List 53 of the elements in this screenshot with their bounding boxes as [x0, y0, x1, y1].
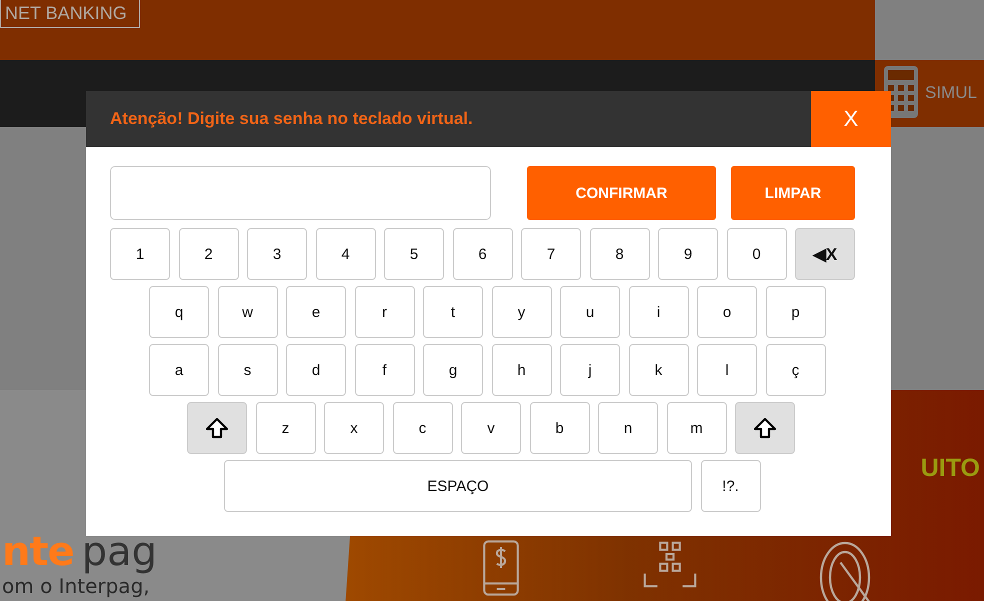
key[interactable]: j [560, 344, 620, 396]
key[interactable]: v [461, 402, 521, 454]
key[interactable]: r [354, 286, 414, 338]
key[interactable]: t [423, 286, 483, 338]
key[interactable]: i [628, 286, 688, 338]
key[interactable]: c [392, 402, 452, 454]
key[interactable]: ç [766, 344, 826, 396]
key[interactable]: m [666, 402, 726, 454]
key[interactable]: s [218, 344, 278, 396]
shift-key[interactable] [187, 402, 247, 454]
key[interactable]: n [598, 402, 658, 454]
tagline: om o Interpag, [2, 574, 150, 598]
key[interactable]: 2 [178, 228, 238, 280]
key[interactable]: 5 [384, 228, 444, 280]
backspace-key[interactable]: ◀X [795, 228, 855, 280]
key[interactable]: x [324, 402, 384, 454]
key[interactable]: 6 [452, 228, 512, 280]
brand-text: pag [82, 530, 158, 574]
key[interactable]: 1 [110, 228, 170, 280]
key[interactable]: 3 [247, 228, 307, 280]
key[interactable]: 4 [316, 228, 376, 280]
key[interactable]: k [628, 344, 688, 396]
phone-dollar-icon [480, 540, 522, 596]
promo-title: UITO [920, 454, 980, 483]
net-banking-link[interactable]: NET BANKING [0, 0, 140, 28]
key[interactable]: 9 [658, 228, 718, 280]
key[interactable]: z [256, 402, 316, 454]
key[interactable]: 0 [726, 228, 786, 280]
dialog-title: Atenção! Digite sua senha no teclado virtual. [109, 109, 474, 129]
key[interactable]: p [766, 286, 826, 338]
key[interactable]: l [697, 344, 757, 396]
key[interactable]: g [423, 344, 483, 396]
key[interactable]: o [697, 286, 757, 338]
key[interactable]: b [530, 402, 590, 454]
key[interactable]: !?. [700, 460, 760, 512]
space-key[interactable]: ESPAÇO [224, 460, 692, 512]
key[interactable]: q [149, 286, 209, 338]
key[interactable]: 7 [521, 228, 581, 280]
key[interactable]: w [218, 286, 278, 338]
key[interactable]: f [354, 344, 414, 396]
key[interactable]: 8 [590, 228, 650, 280]
shift-icon [753, 417, 777, 439]
key[interactable]: h [492, 344, 552, 396]
password-field[interactable] [110, 166, 491, 220]
key[interactable]: a [149, 344, 209, 396]
shift-icon [205, 417, 229, 439]
key[interactable]: u [560, 286, 620, 338]
qr-scan-icon [642, 540, 698, 589]
key[interactable]: e [286, 286, 346, 338]
shift-key[interactable] [735, 402, 795, 454]
key[interactable]: y [492, 286, 552, 338]
key[interactable]: d [286, 344, 346, 396]
brand-text: nte [2, 530, 74, 574]
